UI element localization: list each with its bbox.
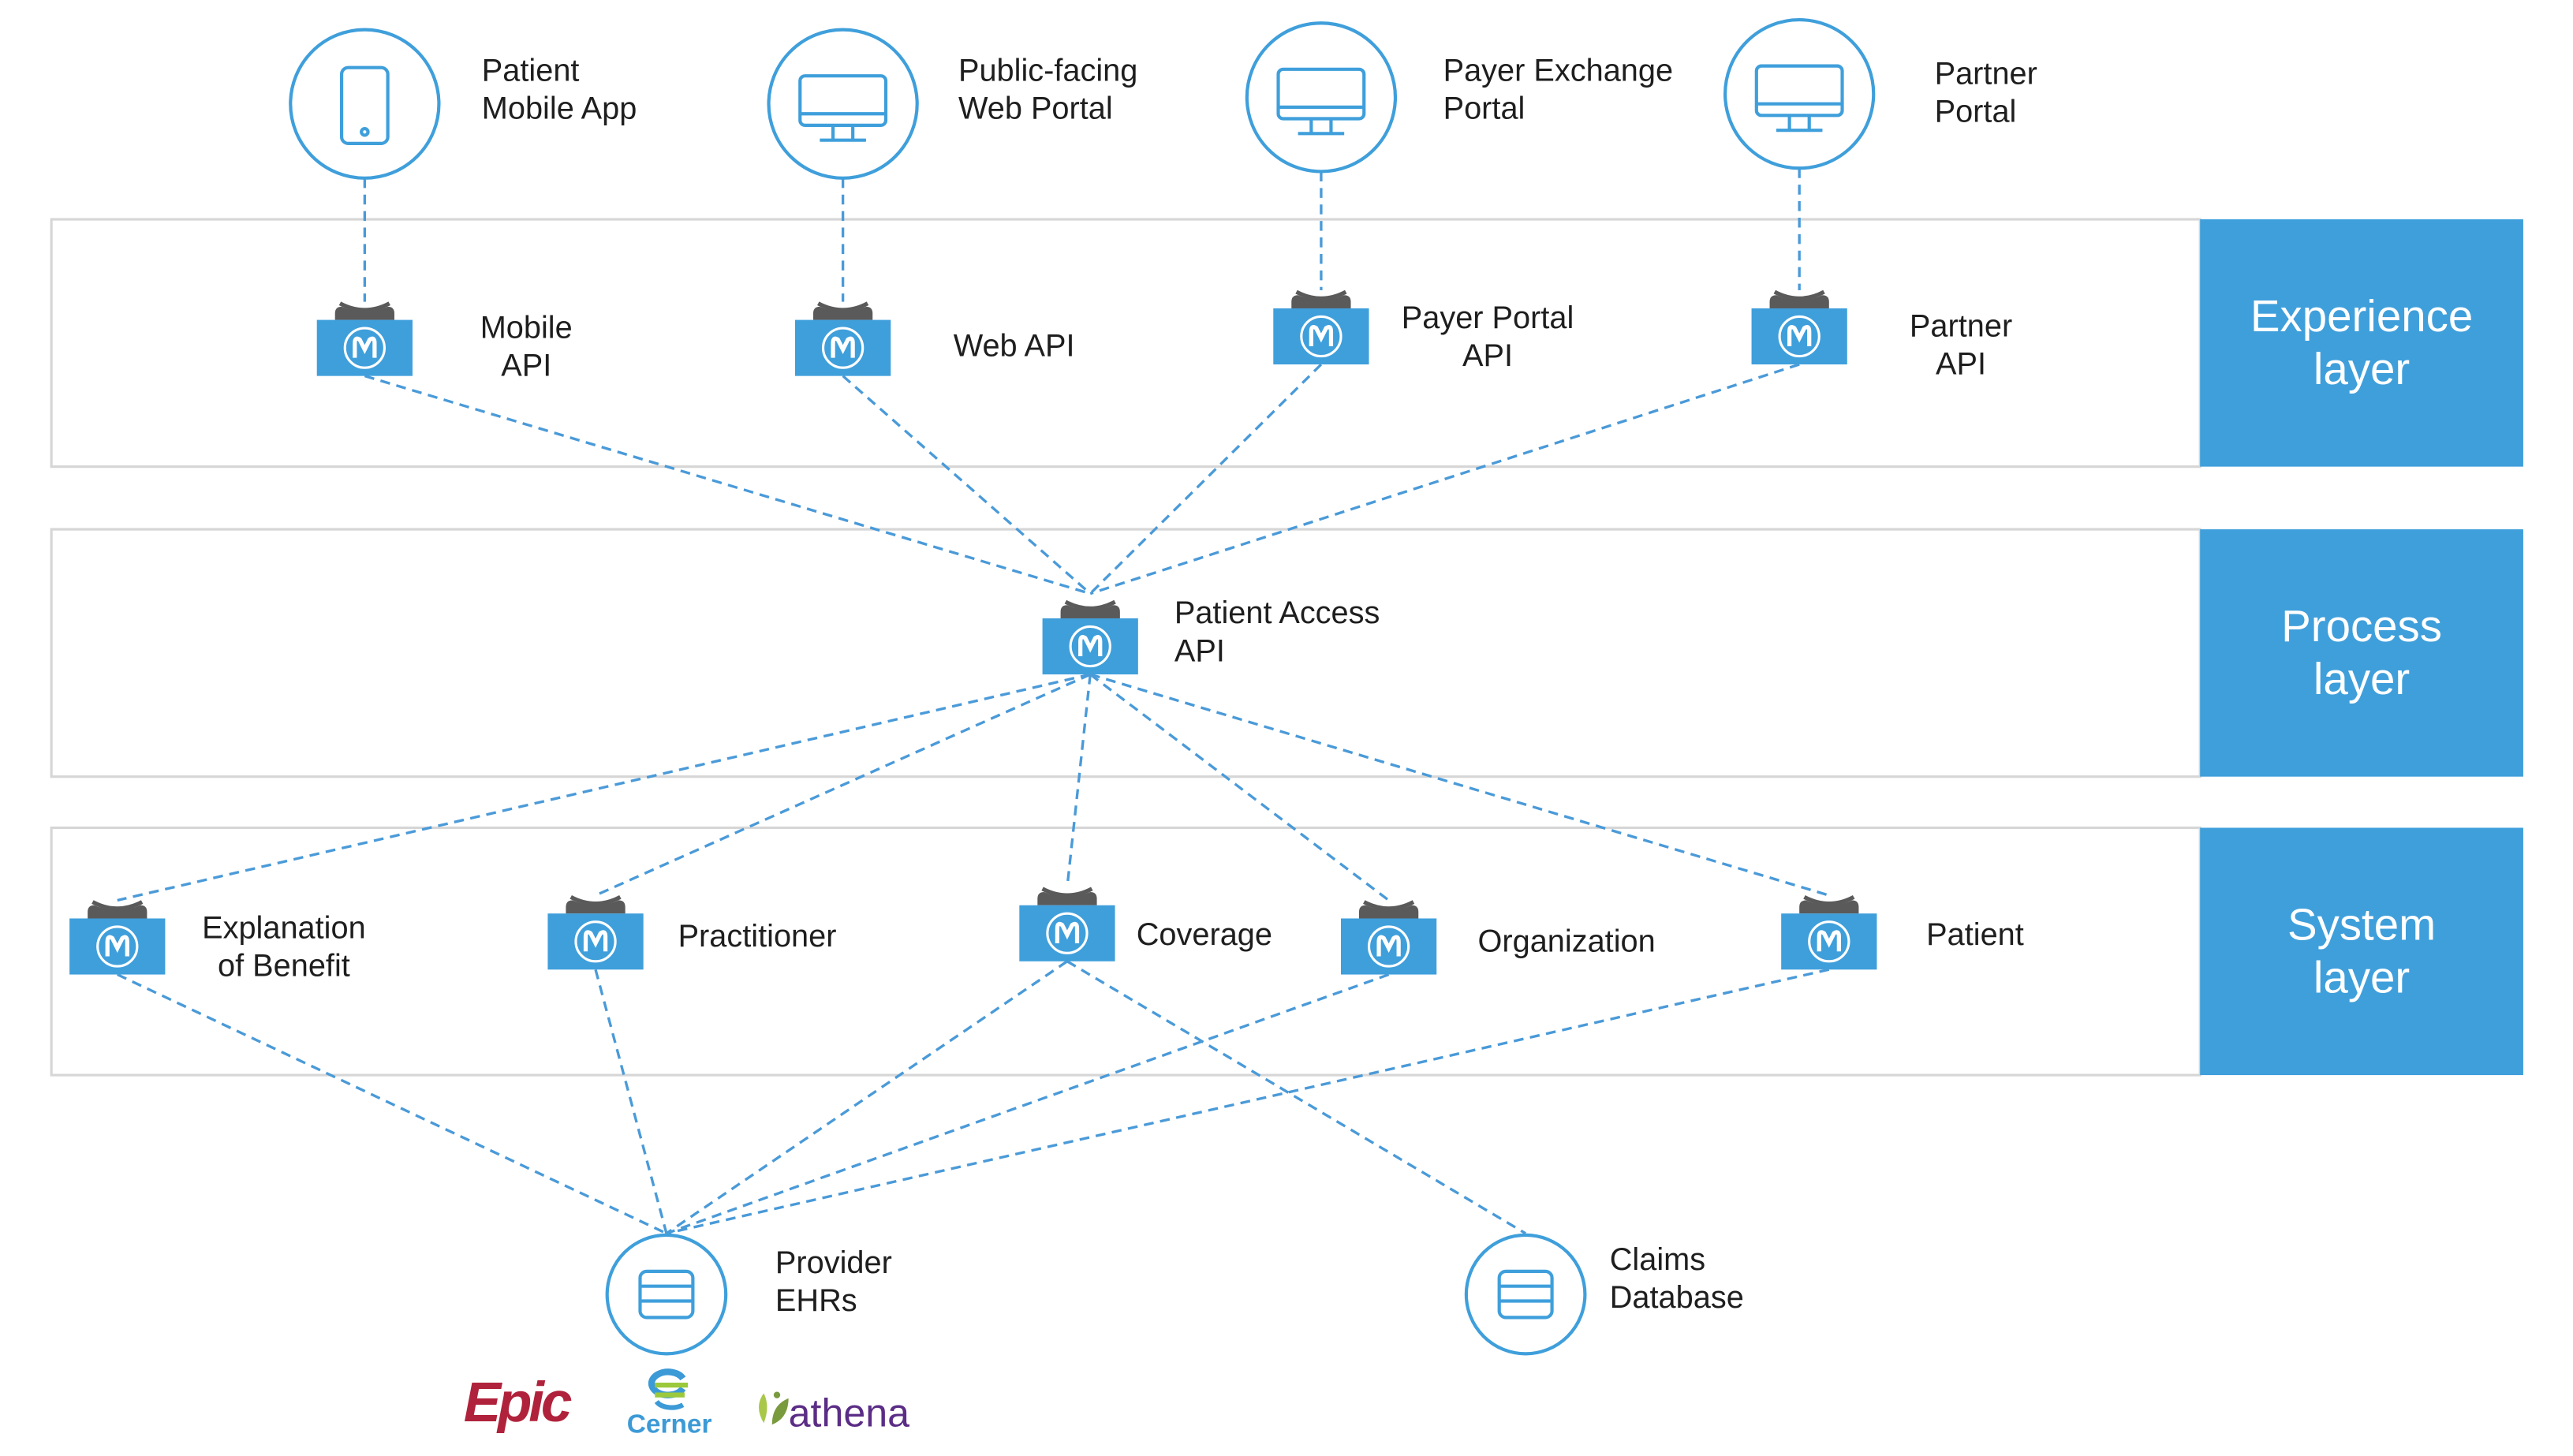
label-line: EHRs	[775, 1283, 857, 1318]
layer-label-line: Experience	[2250, 291, 2473, 341]
label-line: Payer Exchange	[1443, 53, 1673, 88]
label-line: Payer Portal	[1402, 301, 1574, 335]
layer-label-box	[2200, 529, 2523, 777]
layer-label-line: layer	[2313, 654, 2410, 704]
layer-band-system: System layer	[50, 826, 2523, 1077]
label-line: Practitioner	[678, 919, 837, 954]
node-circle	[1723, 17, 1876, 170]
api-label: Web API	[954, 329, 1075, 364]
channel-node[interactable]: Public-facing Web Portal	[767, 28, 1138, 180]
label-line: of Benefit	[218, 949, 350, 984]
layer-label-line: System	[2287, 900, 2436, 950]
label-line: Portal	[1443, 91, 1526, 126]
label-line: API	[1462, 338, 1513, 373]
label-line: Mobile	[480, 311, 573, 345]
label-line: Claims	[1610, 1242, 1705, 1277]
node-circle	[767, 28, 919, 180]
svg-text:Cerner: Cerner	[627, 1410, 712, 1439]
node-circle	[1245, 21, 1398, 174]
label-line: Coverage	[1137, 917, 1272, 952]
label-line: Portal	[1935, 95, 2017, 129]
api-label: Patient	[1926, 917, 2024, 952]
epic-logo: Epic	[464, 1372, 572, 1434]
label-line: API	[1936, 347, 1986, 382]
label-line: Web Portal	[958, 91, 1113, 126]
label-line: Partner	[1910, 308, 2012, 343]
backend-node[interactable]: Provider EHRs	[605, 1233, 892, 1356]
channel-node[interactable]: Patient Mobile App	[289, 28, 637, 180]
label-line: Organization	[1478, 924, 1656, 958]
channel-label: Partner Portal	[1935, 57, 2037, 129]
backend-label: Provider EHRs	[775, 1245, 892, 1318]
layer-label-line: Process	[2281, 601, 2442, 651]
label-line: Web API	[954, 329, 1075, 364]
label-line: Partner	[1935, 57, 2037, 91]
layer-label-box	[2200, 827, 2523, 1076]
athena-logo: athena	[759, 1391, 909, 1435]
api-label: Organization	[1478, 924, 1656, 958]
channel-label: Payer Exchange Portal	[1443, 53, 1673, 125]
backend-node[interactable]: Claims Database	[1464, 1233, 1744, 1356]
api-label: Practitioner	[678, 919, 837, 954]
label-line: Patient	[482, 53, 580, 88]
node-circle	[1464, 1233, 1587, 1356]
node-circle	[289, 28, 441, 180]
label-line: Mobile App	[482, 91, 637, 126]
channel-node[interactable]: Payer Exchange Portal	[1245, 21, 1673, 174]
label-line: Patient	[1926, 917, 2024, 952]
label-line: API	[501, 349, 551, 383]
backend-label: Claims Database	[1610, 1242, 1744, 1315]
label-line: API	[1174, 633, 1225, 668]
channel-label: Patient Mobile App	[482, 53, 637, 125]
vendor-logos: Epic Cerner athena	[464, 1368, 909, 1439]
svg-text:athena: athena	[789, 1391, 910, 1435]
layer-label-line: layer	[2313, 344, 2410, 394]
label-line: Explanation	[202, 911, 366, 946]
node-circle	[605, 1233, 728, 1356]
label-line: Patient Access	[1174, 595, 1380, 630]
api-label: Coverage	[1137, 917, 1272, 952]
cerner-logo: Cerner	[627, 1368, 712, 1439]
layer-band-process: Process layer	[50, 528, 2523, 778]
label-line: Provider	[775, 1245, 892, 1280]
system-api-node[interactable]: Explanation of Benefit	[69, 900, 366, 984]
channel-label: Public-facing Web Portal	[958, 53, 1137, 125]
layer-label-box	[2200, 219, 2523, 467]
layer-label-line: layer	[2313, 953, 2410, 1002]
channel-node[interactable]: Partner Portal	[1723, 17, 2037, 170]
api-led-architecture-diagram: Experience layerProcess layerSystem layer P…	[50, 17, 2523, 1439]
label-line: Database	[1610, 1280, 1744, 1315]
layer-band-frame	[50, 826, 2201, 1077]
label-line: Public-facing	[958, 53, 1137, 88]
